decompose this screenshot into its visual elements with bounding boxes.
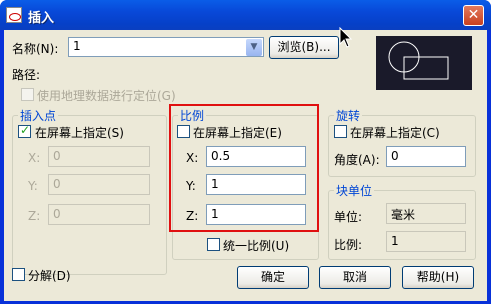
factor-value: 1 [386, 231, 466, 252]
block-preview [376, 36, 472, 90]
uniform-scale-checkbox[interactable] [207, 238, 220, 251]
block-preview-graphic [388, 41, 449, 80]
mouse-cursor-icon [339, 27, 353, 48]
name-combobox[interactable]: 1 ▼ [68, 37, 264, 57]
dialog-title: 插入 [28, 11, 55, 26]
insert-z-input[interactable]: 0 [48, 204, 150, 225]
insert-y-input[interactable]: 0 [48, 174, 150, 195]
insert-z-label: Z: [28, 209, 41, 223]
scale-onscreen-label: 在屏幕上指定(E) [193, 126, 282, 140]
app-icon [6, 7, 22, 23]
scale-x-label: X: [186, 151, 199, 165]
ok-button[interactable]: 确定 [237, 266, 309, 289]
angle-label: 角度(A): [334, 153, 380, 167]
explode-checkbox[interactable] [12, 268, 25, 281]
insert-y-label: Y: [28, 179, 38, 193]
unit-value: 毫米 [386, 203, 466, 224]
name-label: 名称(N): [12, 42, 59, 56]
path-label: 路径: [12, 68, 41, 82]
factor-label: 比例: [334, 238, 363, 252]
help-button[interactable]: 帮助(H) [402, 266, 474, 289]
title-bar: 插入 ✕ [0, 0, 491, 30]
insert-onscreen-checkbox[interactable] [18, 123, 31, 138]
explode-label: 分解(D) [28, 269, 71, 283]
insert-dialog: 插入 ✕ 名称(N): 1 ▼ 浏览(B)... 路径: 使用地理数据进行定位(… [0, 0, 491, 304]
scale-x-input[interactable]: 0.5 [206, 146, 306, 167]
unit-label: 单位: [334, 210, 363, 224]
chevron-down-icon[interactable]: ▼ [246, 39, 262, 56]
geo-label: 使用地理数据进行定位(G) [37, 89, 176, 103]
close-button[interactable]: ✕ [463, 5, 484, 26]
scale-title: 比例 [178, 107, 207, 124]
scale-y-input[interactable]: 1 [206, 174, 306, 195]
scale-onscreen-checkbox[interactable] [177, 125, 190, 138]
insert-onscreen-label: 在屏幕上指定(S) [35, 126, 124, 140]
dialog-body: 名称(N): 1 ▼ 浏览(B)... 路径: 使用地理数据进行定位(G) 插入… [4, 30, 487, 301]
block-unit-title: 块单位 [334, 182, 375, 199]
scale-z-input[interactable]: 1 [206, 204, 306, 225]
browse-button[interactable]: 浏览(B)... [269, 36, 339, 59]
rotation-title: 旋转 [334, 107, 363, 124]
scale-z-label: Z: [186, 209, 199, 223]
angle-input[interactable]: 0 [386, 146, 466, 167]
uniform-scale-label: 统一比例(U) [223, 239, 290, 253]
insert-x-input[interactable]: 0 [48, 146, 150, 167]
scale-y-label: Y: [186, 179, 196, 193]
cancel-button[interactable]: 取消 [319, 266, 391, 289]
insert-x-label: X: [28, 151, 41, 165]
rotation-onscreen-checkbox[interactable] [334, 125, 347, 138]
insert-point-title: 插入点 [18, 107, 59, 124]
geo-checkbox[interactable] [21, 88, 34, 101]
name-value: 1 [73, 39, 81, 53]
rotation-onscreen-label: 在屏幕上指定(C) [350, 126, 440, 140]
